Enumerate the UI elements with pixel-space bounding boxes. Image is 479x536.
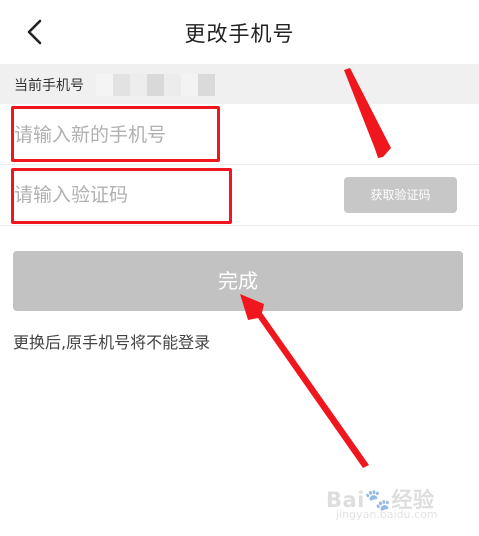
watermark: Bai🐾经验 jingyan.baidu.com xyxy=(326,484,451,522)
current-phone-bar: 当前手机号 xyxy=(0,64,479,104)
hint-text: 更换后,原手机号将不能登录 xyxy=(13,333,211,352)
watermark-url: jingyan.baidu.com xyxy=(336,508,438,521)
masked-digit-block xyxy=(113,74,130,96)
annotation-arrow-2 xyxy=(240,294,369,468)
masked-digit-block xyxy=(96,74,113,96)
masked-digit-block xyxy=(181,74,198,96)
masked-digit-block xyxy=(198,74,215,96)
annotation-box-code xyxy=(11,168,232,224)
top-nav-bar: 更改手机号 xyxy=(0,0,479,64)
current-phone-label: 当前手机号 xyxy=(14,78,84,94)
masked-digit-block xyxy=(147,74,164,96)
masked-digit-block xyxy=(164,74,181,96)
complete-button[interactable]: 完成 xyxy=(13,251,463,311)
annotation-box-new-phone xyxy=(11,106,220,162)
masked-digit-block xyxy=(130,74,147,96)
get-code-button[interactable]: 获取验证码 xyxy=(344,177,457,213)
current-phone-masked-value xyxy=(96,74,216,96)
page-title: 更改手机号 xyxy=(184,22,295,46)
